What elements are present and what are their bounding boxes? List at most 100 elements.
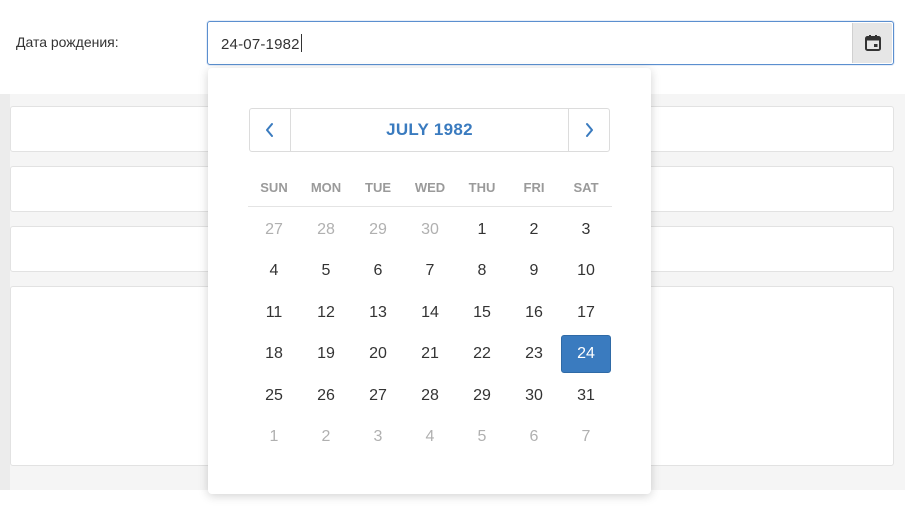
- calendar-day-number: 23: [525, 345, 543, 363]
- page: Дата рождения: 24-07-1982 JULY 1982 SUN …: [0, 0, 905, 513]
- calendar-day[interactable]: 28: [404, 375, 456, 417]
- calendar-day[interactable]: 8: [456, 251, 508, 293]
- calendar-day[interactable]: 14: [404, 292, 456, 334]
- calendar-day-other-month[interactable]: 4: [404, 417, 456, 459]
- calendar-day-number: 20: [369, 345, 387, 363]
- calendar-day-number: 31: [577, 386, 595, 404]
- calendar-day[interactable]: 7: [404, 251, 456, 293]
- weekday-label: SUN: [260, 180, 288, 195]
- calendar-day-number: 7: [581, 428, 591, 446]
- calendar-day[interactable]: 6: [352, 251, 404, 293]
- calendar-day-number: 21: [421, 345, 439, 363]
- calendar-day-other-month[interactable]: 27: [248, 209, 300, 251]
- calendar-day[interactable]: 31: [560, 375, 612, 417]
- calendar-day-number: 13: [369, 303, 387, 321]
- calendar-day[interactable]: 21: [404, 334, 456, 376]
- calendar-day-number: 3: [581, 220, 591, 238]
- calendar-day[interactable]: 11: [248, 292, 300, 334]
- calendar-day-other-month[interactable]: 2: [300, 417, 352, 459]
- birth-date-label: Дата рождения:: [16, 34, 119, 50]
- calendar-day-other-month[interactable]: 7: [560, 417, 612, 459]
- calendar-day-other-month[interactable]: 1: [248, 417, 300, 459]
- calendar-day[interactable]: 27: [352, 375, 404, 417]
- calendar-day-number: 8: [477, 262, 487, 280]
- calendar-day-number: 6: [529, 428, 539, 446]
- calendar-day-number: 24: [561, 335, 611, 374]
- calendar-day[interactable]: 5: [300, 251, 352, 293]
- weekday-label: TUE: [365, 180, 391, 195]
- chevron-left-icon: [266, 123, 273, 137]
- calendar-day[interactable]: 20: [352, 334, 404, 376]
- calendar-week-row: 1 2 3 4 5 6 7: [248, 417, 612, 459]
- calendar-day-number: 25: [265, 386, 283, 404]
- calendar-day[interactable]: 4: [248, 251, 300, 293]
- left-edge: [0, 94, 10, 490]
- calendar-day[interactable]: 19: [300, 334, 352, 376]
- calendar-day-number: 5: [321, 262, 331, 280]
- calendar-day-number: 7: [425, 262, 435, 280]
- next-month-button[interactable]: [568, 109, 609, 151]
- calendar-day[interactable]: 3: [560, 209, 612, 251]
- calendar-day-other-month[interactable]: 30: [404, 209, 456, 251]
- calendar-week-row: 27 28 29 30 1 2 3: [248, 209, 612, 251]
- month-title[interactable]: JULY 1982: [291, 109, 568, 151]
- calendar-week-row: 25 26 27 28 29 30 31: [248, 375, 612, 417]
- calendar-day-other-month[interactable]: 29: [352, 209, 404, 251]
- calendar-day-number: 11: [265, 303, 283, 321]
- top-band: [0, 0, 905, 10]
- calendar-day-number: 19: [317, 345, 335, 363]
- calendar-day-number: 6: [373, 262, 383, 280]
- calendar-day[interactable]: 26: [300, 375, 352, 417]
- calendar-day-number: 2: [321, 428, 331, 446]
- calendar-day-number: 16: [525, 303, 543, 321]
- calendar-day[interactable]: 2: [508, 209, 560, 251]
- calendar-day[interactable]: 15: [456, 292, 508, 334]
- calendar-day[interactable]: 30: [508, 375, 560, 417]
- calendar-day[interactable]: 22: [456, 334, 508, 376]
- weekday-label: FRI: [523, 180, 545, 195]
- calendar-day[interactable]: 10: [560, 251, 612, 293]
- weekday-label: THU: [468, 180, 496, 195]
- calendar-day-number: 28: [317, 220, 335, 238]
- calendar-day-number: 27: [265, 220, 283, 238]
- calendar-day-number: 1: [477, 220, 487, 238]
- weekday-label: SAT: [573, 180, 599, 195]
- calendar-day-other-month[interactable]: 6: [508, 417, 560, 459]
- birth-date-input[interactable]: 24-07-1982: [207, 21, 894, 65]
- calendar-day[interactable]: 18: [248, 334, 300, 376]
- calendar-week-row: 11 12 13 14 15 16 17: [248, 292, 612, 334]
- calendar-day-number: 17: [577, 303, 595, 321]
- calendar-day-number: 29: [473, 386, 491, 404]
- month-navigation: JULY 1982: [249, 108, 610, 152]
- calendar-day[interactable]: 23: [508, 334, 560, 376]
- calendar-day-number: 15: [473, 303, 491, 321]
- calendar-day[interactable]: 1: [456, 209, 508, 251]
- calendar-day-number: 27: [369, 386, 387, 404]
- calendar-day[interactable]: 12: [300, 292, 352, 334]
- calendar-day-number: 29: [369, 220, 387, 238]
- text-caret: [300, 34, 302, 52]
- birth-date-value: 24-07-1982: [221, 34, 302, 53]
- chevron-right-icon: [586, 123, 593, 137]
- calendar-day-number: 28: [421, 386, 439, 404]
- calendar-day[interactable]: 25: [248, 375, 300, 417]
- calendar-day-other-month[interactable]: 5: [456, 417, 508, 459]
- calendar-day-other-month[interactable]: 3: [352, 417, 404, 459]
- prev-month-button[interactable]: [250, 109, 291, 151]
- calendar-day-number: 18: [265, 345, 283, 363]
- calendar-day[interactable]: 13: [352, 292, 404, 334]
- calendar-day-number: 26: [317, 386, 335, 404]
- calendar-day[interactable]: 9: [508, 251, 560, 293]
- calendar-day[interactable]: 17: [560, 292, 612, 334]
- calendar-toggle-button[interactable]: [852, 23, 892, 63]
- calendar-day-number: 4: [425, 428, 435, 446]
- weekday-label: WED: [414, 180, 446, 195]
- datepicker-popup: JULY 1982 SUN MON TUE WED THU FRI SAT 27…: [208, 68, 651, 494]
- calendar-day-selected[interactable]: 24: [560, 334, 612, 376]
- calendar-day-number: 1: [269, 428, 279, 446]
- calendar-day-number: 30: [421, 220, 439, 238]
- calendar-day[interactable]: 29: [456, 375, 508, 417]
- calendar-day-number: 30: [525, 386, 543, 404]
- calendar-day-other-month[interactable]: 28: [300, 209, 352, 251]
- calendar-day[interactable]: 16: [508, 292, 560, 334]
